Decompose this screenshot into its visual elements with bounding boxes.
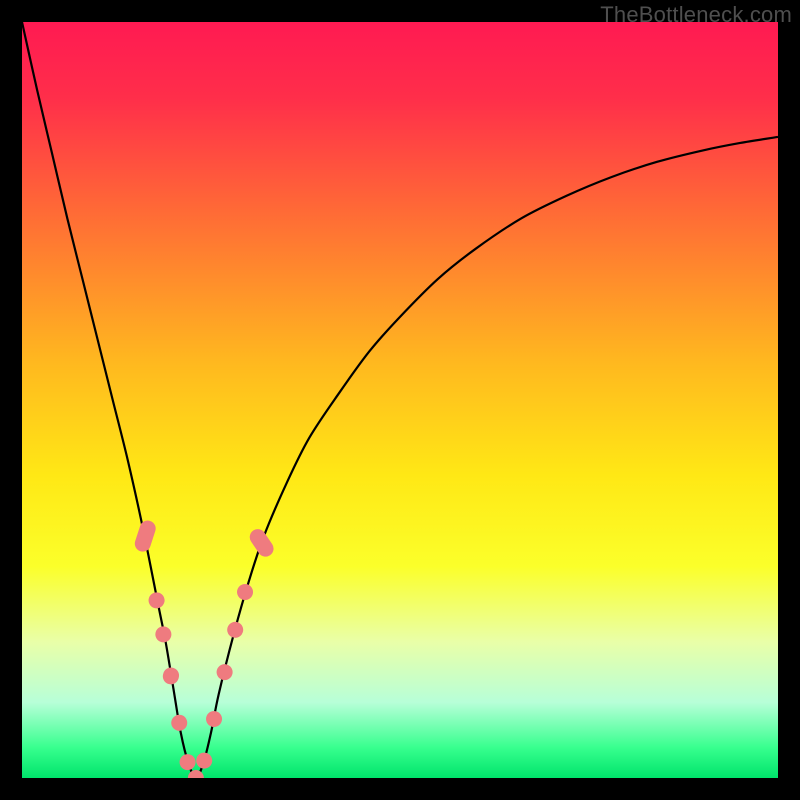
chart-frame bbox=[22, 22, 778, 778]
watermark-text: TheBottleneck.com bbox=[600, 2, 792, 28]
gradient-background bbox=[22, 22, 778, 778]
bottleneck-chart bbox=[22, 22, 778, 778]
